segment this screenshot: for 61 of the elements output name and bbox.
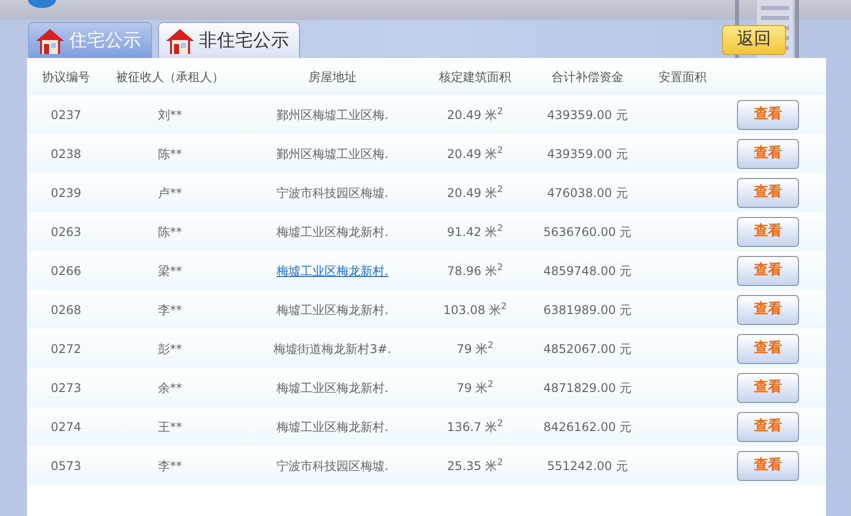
- column-header: 合计补偿资金: [552, 68, 624, 86]
- view-button[interactable]: 查看: [737, 412, 799, 442]
- table-cell-text: 0266: [50, 262, 82, 280]
- table-cell-text: 王**: [158, 418, 182, 436]
- column-header: 协议编号: [42, 68, 90, 86]
- table-cell-text: 余**: [158, 380, 182, 396]
- column-header: 被征收人（承租人）: [116, 68, 224, 86]
- table-cell-text: 刘**: [158, 106, 182, 124]
- table-cell-text: 梁**: [158, 262, 182, 280]
- table-cell-text: 0274: [50, 418, 82, 436]
- table-cell-text: 20.49 米$^{2}$: [447, 184, 503, 202]
- table-cell-text: 0273: [50, 380, 82, 396]
- table-cell-text: 78.96 米$^{2}$: [447, 262, 503, 280]
- table-cell-text: 20.49 米$^{2}$: [447, 106, 503, 124]
- table-cell-text: 4852067.00 元: [543, 340, 632, 358]
- table-cell-text: 476038.00 元: [547, 184, 628, 202]
- house-icon: [35, 26, 65, 54]
- column-header: 核定建筑面积: [439, 68, 511, 86]
- table-cell-text: 103.08 米$^{2}$: [443, 301, 507, 318]
- column-header: 安置面积: [658, 68, 706, 86]
- view-button[interactable]: 查看: [737, 372, 799, 402]
- table-cell-text: 陈**: [158, 224, 182, 240]
- logo-icon: [28, 0, 56, 8]
- table-cell-text: 0268: [50, 302, 82, 318]
- table-cell-text: 551242.00 元: [547, 458, 628, 474]
- table-cell-text: 4859748.00 元: [543, 262, 632, 280]
- table-cell-text: 陈**: [158, 146, 182, 162]
- view-button[interactable]: 查看: [737, 450, 799, 480]
- table-cell-text: 0573: [50, 458, 82, 474]
- table-cell-text: 0263: [50, 224, 82, 240]
- table-cell-text: 91.42 米$^{2}$: [447, 223, 503, 240]
- table-cell-text: 79 米$^{2}$: [456, 340, 494, 358]
- back-button[interactable]: 返回: [722, 25, 786, 55]
- column-header: 房屋地址: [308, 68, 356, 86]
- table-cell-text: 25.35 米$^{2}$: [447, 457, 503, 474]
- table-cell-text: 0237: [50, 106, 82, 124]
- tab[interactable]: 非住宅公示: [158, 22, 300, 58]
- view-button[interactable]: 查看: [737, 100, 799, 130]
- view-button[interactable]: 查看: [737, 216, 799, 246]
- table-cell-text: 李**: [158, 458, 182, 474]
- table-cell-text: 20.49 米$^{2}$: [447, 145, 503, 162]
- table-cell-text: 卢**: [158, 184, 182, 202]
- table-cell-text: 5636760.00 元: [543, 224, 632, 240]
- table-cell-text: 李**: [158, 302, 182, 318]
- table-cell-text: 0238: [50, 146, 82, 162]
- table-cell-text: 79 米$^{2}$: [456, 379, 494, 396]
- view-button[interactable]: 查看: [737, 294, 799, 324]
- view-button[interactable]: 查看: [737, 138, 799, 168]
- view-button[interactable]: 查看: [737, 334, 799, 364]
- table-cell-text: 彭**: [158, 340, 182, 358]
- table-cell-text: 0272: [50, 340, 82, 358]
- view-button[interactable]: 查看: [737, 256, 799, 286]
- table-cell-text: 0239: [50, 184, 82, 202]
- table-cell-text: 8426162.00 元: [543, 418, 632, 436]
- table-cell-text: 439359.00 元: [547, 106, 628, 124]
- view-button[interactable]: 查看: [737, 178, 799, 208]
- house-icon: [165, 26, 195, 54]
- table-cell-text: 6381989.00 元: [543, 302, 632, 318]
- table-cell-text: 4871829.00 元: [543, 380, 632, 396]
- table-cell-text: 439359.00 元: [547, 146, 628, 162]
- table-cell-text: 136.7 米$^{2}$: [447, 418, 503, 436]
